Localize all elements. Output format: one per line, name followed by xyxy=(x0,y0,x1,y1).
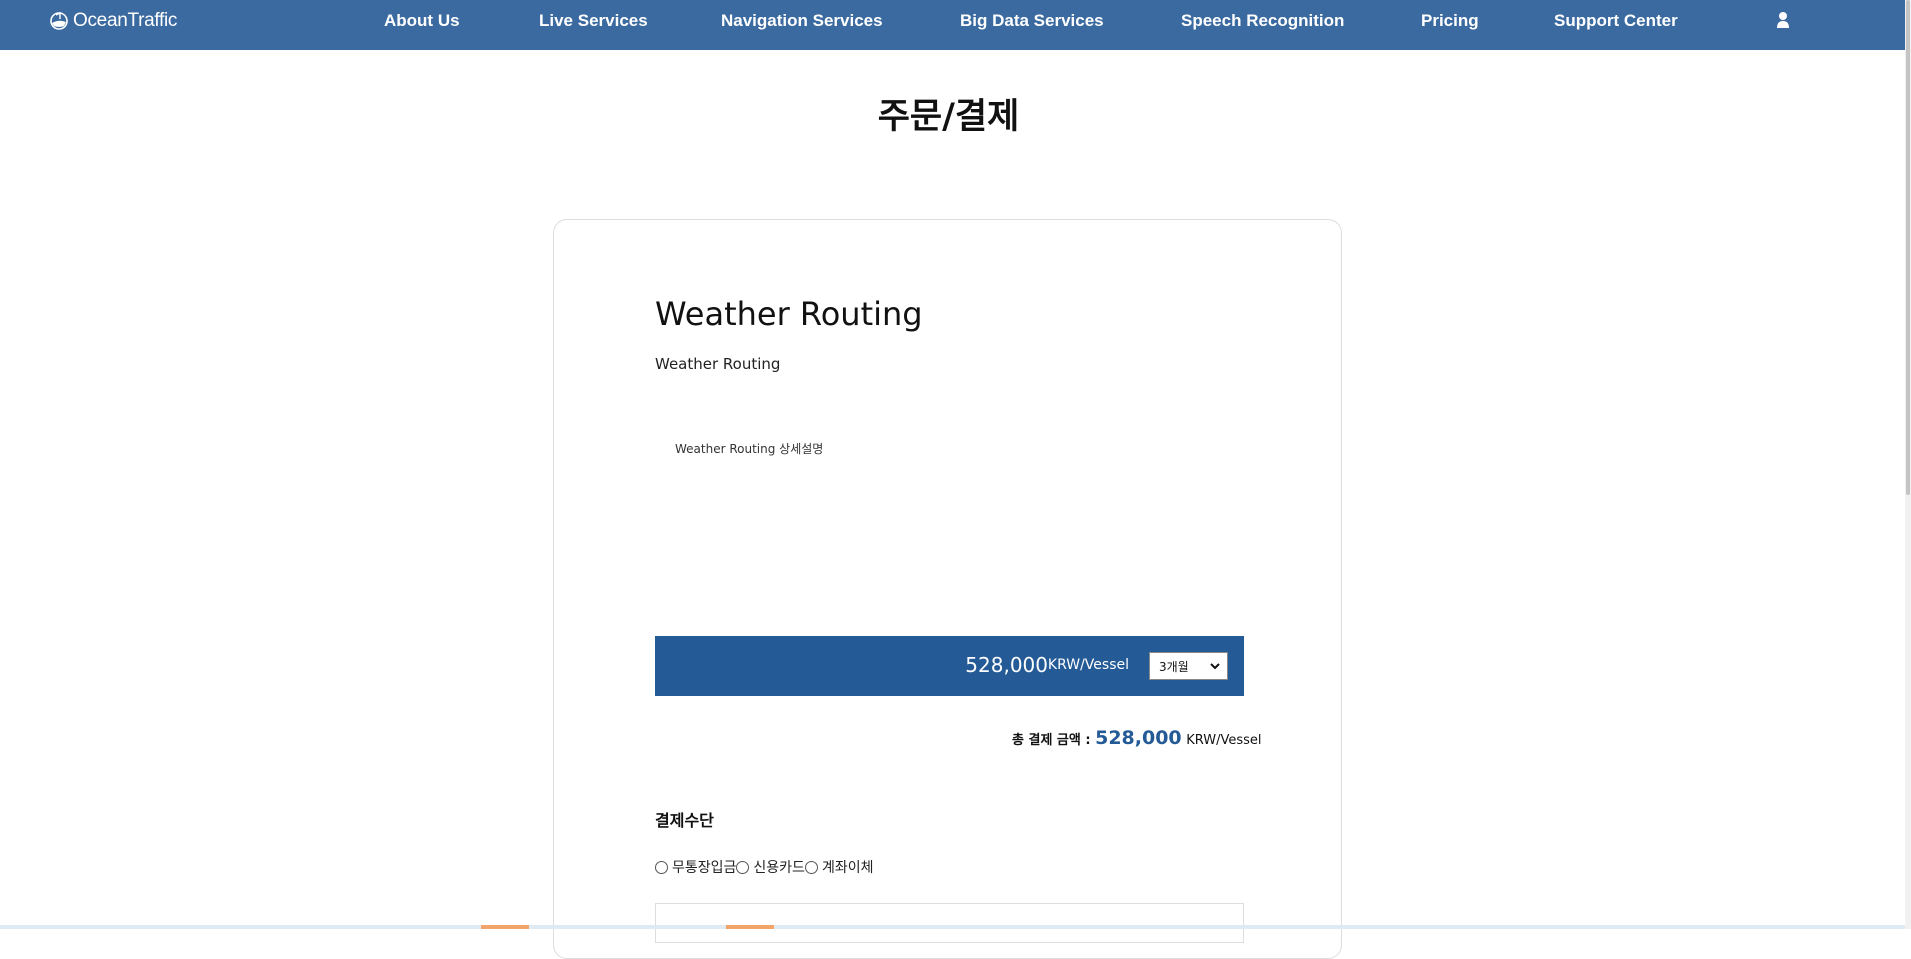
page-title: 주문/결제 xyxy=(877,97,1020,137)
radio-bank-deposit[interactable] xyxy=(655,860,668,874)
bottom-strip xyxy=(0,925,1905,929)
price-unit: KRW/Vessel xyxy=(1047,657,1129,673)
nav-big-data-services[interactable]: Big Data Services xyxy=(960,0,1104,42)
logo[interactable]: OceanTraffic xyxy=(48,0,177,42)
page-scrollbar-thumb[interactable] xyxy=(1906,0,1910,495)
payment-option-account-transfer[interactable]: 계좌이체 xyxy=(804,857,874,877)
payment-details-box xyxy=(655,903,1244,943)
period-select-value: 3개월 xyxy=(1159,659,1189,674)
radio-account-transfer[interactable] xyxy=(804,860,818,874)
product-description: Weather Routing 상세설명 xyxy=(675,442,824,456)
chevron-down-icon xyxy=(1209,660,1221,672)
payment-option-bank-deposit[interactable]: 무통장입금 xyxy=(655,857,736,877)
nav-speech-recognition[interactable]: Speech Recognition xyxy=(1181,0,1344,42)
payment-option-credit-card[interactable]: 신용카드 xyxy=(736,857,805,877)
product-title: Weather Routing xyxy=(655,295,923,333)
payment-option-label: 계좌이체 xyxy=(821,860,874,876)
payment-method-heading: 결제수단 xyxy=(655,811,714,830)
payment-option-label: 무통장입금 xyxy=(672,860,737,876)
nav-navigation-services[interactable]: Navigation Services xyxy=(721,0,883,42)
radio-credit-card[interactable] xyxy=(736,860,750,874)
nav-pricing[interactable]: Pricing xyxy=(1421,0,1479,42)
product-subtitle: Weather Routing xyxy=(655,355,781,373)
total-payment-line: 총 결제 금액 : 528,000 KRW/Vessel xyxy=(1012,727,1262,749)
price-bar: 528,000 KRW/Vessel 3개월 xyxy=(655,636,1244,696)
price-amount: 528,000 xyxy=(965,653,1048,677)
bottom-strip-marker xyxy=(726,925,774,929)
total-unit: KRW/Vessel xyxy=(1186,733,1262,748)
logo-text: OceanTraffic xyxy=(73,10,178,31)
nav-support-center[interactable]: Support Center xyxy=(1554,0,1678,42)
total-amount: 528,000 xyxy=(1095,727,1182,749)
period-select[interactable]: 3개월 xyxy=(1149,652,1228,680)
bottom-strip-marker xyxy=(481,925,529,929)
ship-logo-icon xyxy=(48,10,70,32)
nav-live-services[interactable]: Live Services xyxy=(539,0,648,42)
nav-about-us[interactable]: About Us xyxy=(384,0,460,42)
payment-options: 무통장입금 신용카드 계좌이체 xyxy=(655,857,873,877)
total-label: 총 결제 금액 : xyxy=(1012,733,1096,748)
user-icon[interactable] xyxy=(1774,11,1792,31)
payment-option-label: 신용카드 xyxy=(753,860,805,876)
